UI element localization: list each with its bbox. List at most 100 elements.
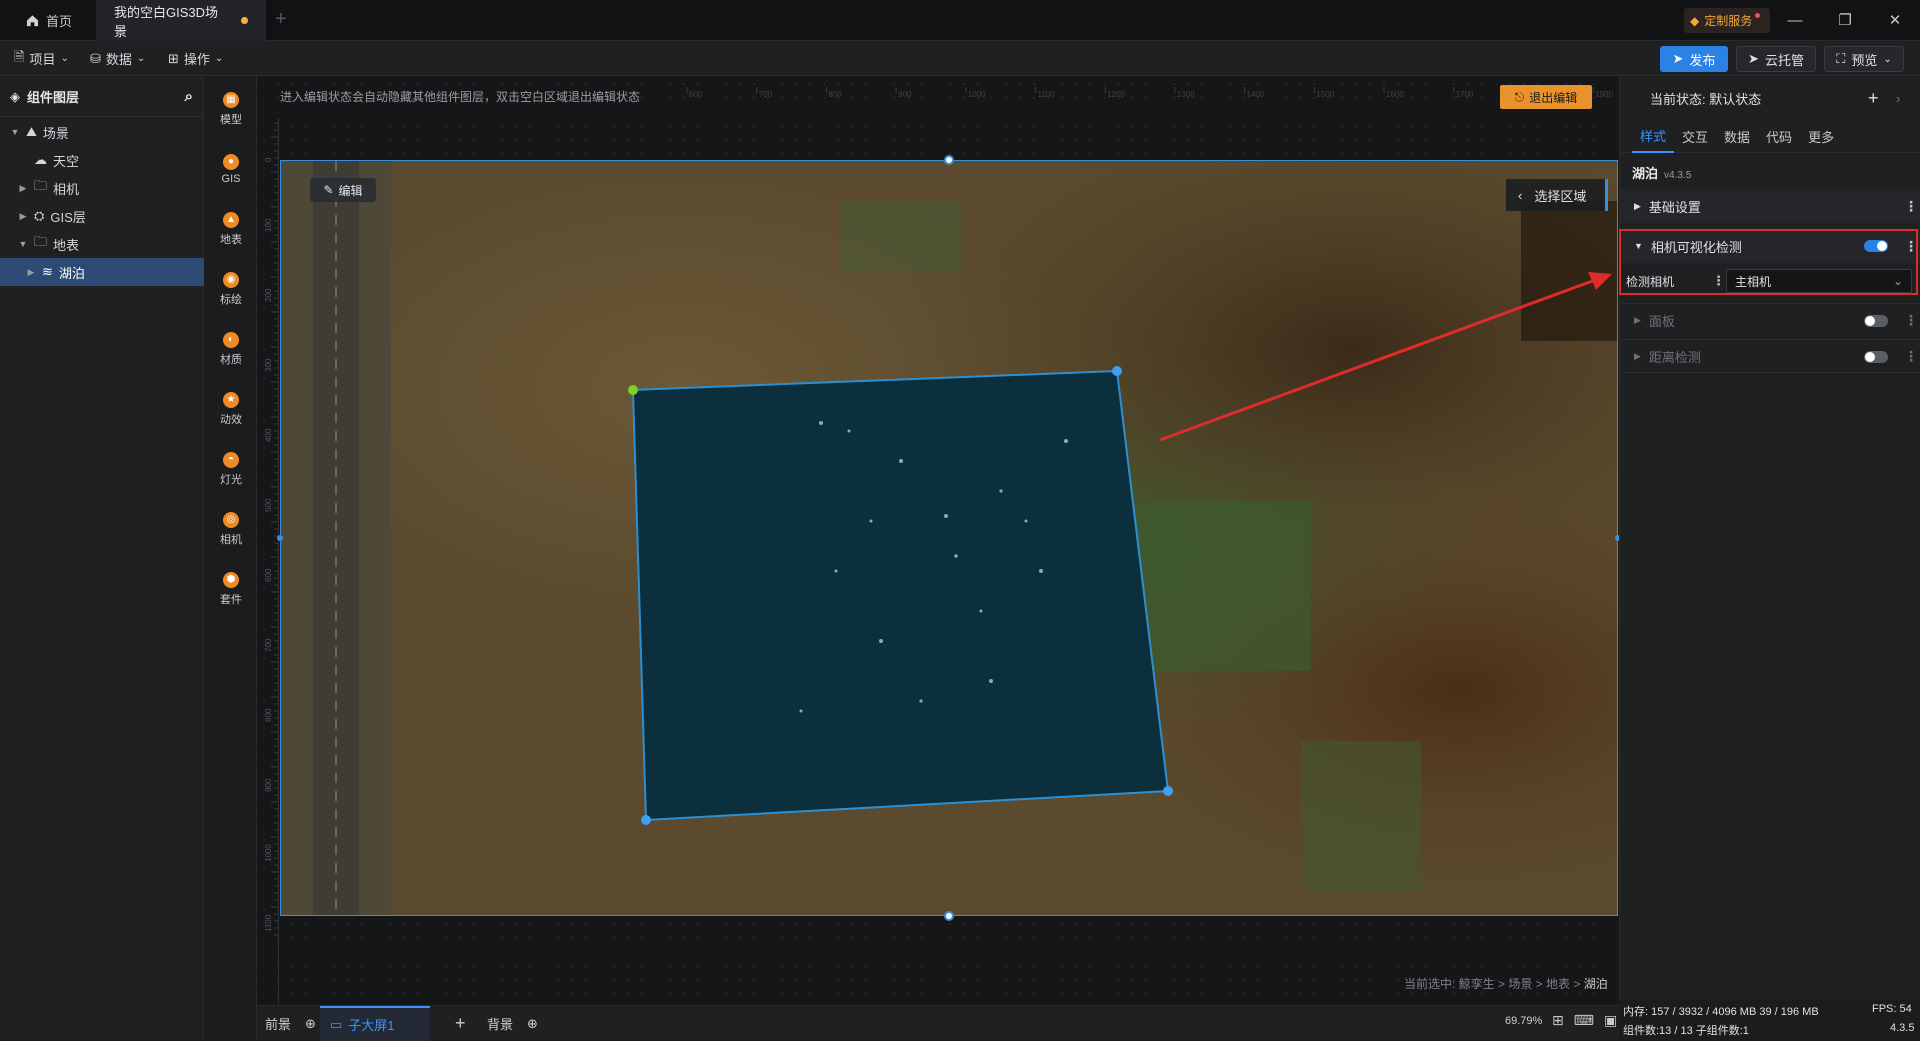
preview-button[interactable]: ⛶ 预览 ⌄: [1824, 46, 1904, 72]
layer-tree-item[interactable]: ▶ ⛭ GIS层: [0, 202, 204, 230]
chevron-right-icon[interactable]: ›: [1896, 91, 1900, 106]
component-3[interactable]: ▲ 地表: [205, 201, 257, 257]
send-icon: ➤: [1748, 51, 1759, 66]
caret-icon[interactable]: ▶: [18, 183, 28, 194]
select-region-button[interactable]: ‹ 选择区域: [1506, 179, 1608, 211]
more-icon[interactable]: ⋮: [1904, 198, 1918, 215]
add-state-icon[interactable]: +: [1868, 88, 1879, 109]
component-icon: ◐: [223, 331, 239, 348]
ruler-label: 100: [264, 218, 273, 232]
exit-edit-label: 退出编辑: [1529, 90, 1578, 105]
property-panel: 当前状态: 默认状态 + › 样式 交互 数据 代码 更多 湖泊 v4.3.5 ▶ 基础…: [1619, 77, 1920, 1040]
layer-tree-item[interactable]: ☁ 天空: [0, 146, 204, 174]
component-9[interactable]: ⬢ 套件: [205, 561, 257, 617]
scene-viewport[interactable]: [280, 160, 1618, 916]
caret-icon[interactable]: ▶: [18, 211, 28, 222]
cloud-host-label: 云托管: [1764, 52, 1804, 68]
section-distance[interactable]: ▶ 距离检测 ⋮: [1620, 339, 1920, 373]
component-2[interactable]: ● GIS: [205, 141, 257, 197]
lake-vertex-handle[interactable]: [1163, 786, 1173, 796]
chevron-down-icon: ⌄: [1883, 53, 1892, 65]
ruler-label: 0: [264, 157, 273, 162]
component-icon: ▲: [223, 211, 239, 228]
tab-property[interactable]: 代码: [1758, 119, 1800, 153]
more-icon[interactable]: ⋮: [1904, 312, 1918, 329]
zoom-level[interactable]: 69.79%: [1505, 1015, 1542, 1027]
tab-subscreen-label: 子大屏1: [348, 1018, 395, 1033]
component-heading: 湖泊 v4.3.5: [1632, 163, 1691, 182]
notification-dot-icon: [1755, 13, 1761, 18]
tab-property[interactable]: 数据: [1716, 119, 1758, 153]
panel-toggle[interactable]: [1864, 315, 1888, 327]
edit-chip[interactable]: ✎ 编辑: [310, 178, 376, 202]
tab-front[interactable]: 前景 ⊕: [265, 1006, 316, 1041]
add-screen-button[interactable]: +: [455, 1006, 466, 1041]
tab-scene[interactable]: 我的空白GIS3D场景: [96, 0, 266, 41]
component-7[interactable]: ◓ 灯光: [205, 441, 257, 497]
lake-polygon[interactable]: [631, 369, 1170, 822]
minimize-icon[interactable]: —: [1780, 6, 1810, 34]
search-icon[interactable]: ⌕: [185, 88, 193, 105]
scene-icon: ⛰: [26, 124, 37, 139]
lake-vertex-handle[interactable]: [628, 385, 638, 395]
tab-subscreen[interactable]: ▭ 子大屏1: [320, 1006, 430, 1041]
layer-tree-item[interactable]: ▼ 🗀 地表: [0, 230, 204, 258]
close-icon[interactable]: ✕: [1880, 6, 1910, 34]
add-circle-icon[interactable]: ⊕: [527, 1016, 538, 1032]
layer-tree-item[interactable]: ▼ ⛰ 场景: [0, 118, 204, 146]
component-label: 动效: [220, 413, 242, 426]
database-icon: ⛁: [90, 50, 101, 66]
menu-project[interactable]: 🗎 项目 ⌄: [14, 46, 69, 71]
monitor-icon: ▭: [330, 1016, 343, 1032]
custom-service-button[interactable]: ◆ 定制服务: [1684, 8, 1771, 33]
tab-background[interactable]: 背景 ⊕: [487, 1006, 538, 1041]
tab-home-label: 首页: [46, 14, 73, 29]
caret-icon[interactable]: ▼: [10, 127, 20, 137]
ruler-label: 200: [264, 288, 273, 302]
section-distance-label: 距离检测: [1648, 349, 1701, 365]
publish-button[interactable]: ➤ 发布: [1660, 46, 1728, 72]
menu-operation-label: 操作: [183, 52, 210, 67]
component-4[interactable]: ◉ 标绘: [205, 261, 257, 317]
add-circle-icon[interactable]: ⊕: [305, 1016, 316, 1032]
add-tab-button[interactable]: +: [275, 8, 287, 31]
tab-property[interactable]: 样式: [1632, 119, 1675, 153]
breadcrumb-path: 当前选中: 鲸孪生 > 场景 > 地表 >: [1404, 977, 1581, 991]
tab-property[interactable]: 更多: [1800, 119, 1842, 153]
tab-property[interactable]: 交互: [1674, 119, 1716, 153]
caret-icon[interactable]: ▶: [26, 267, 36, 278]
layer-tree-item[interactable]: ▶ 🗀 相机: [0, 174, 204, 202]
component-6[interactable]: ★ 动效: [205, 381, 257, 437]
terminal-icon[interactable]: ▣: [1604, 1012, 1617, 1029]
menu-operation[interactable]: ⊞ 操作 ⌄: [168, 46, 223, 71]
menu-project-label: 项目: [29, 52, 56, 67]
distance-toggle[interactable]: [1864, 351, 1888, 363]
memory-stats: 内存: 157 / 3932 / 4096 MB 39 / 196 MB: [1623, 1006, 1819, 1018]
layer-tree-item-label: 场景: [42, 125, 69, 141]
exit-edit-button[interactable]: ⎋ 退出编辑: [1500, 85, 1592, 109]
component-icon: ★: [223, 391, 239, 408]
component-1[interactable]: ▦ 模型: [205, 81, 257, 137]
restore-icon[interactable]: ❐: [1830, 6, 1860, 34]
lake-vertex-handle[interactable]: [1112, 366, 1122, 376]
lake-vertex-handle[interactable]: [641, 815, 651, 825]
caret-icon[interactable]: ▼: [18, 239, 28, 249]
component-label: 相机: [220, 533, 242, 546]
document-icon: 🗎: [14, 48, 25, 64]
fit-screen-icon[interactable]: ⊞: [1552, 1012, 1564, 1029]
more-icon[interactable]: ⋮: [1904, 348, 1918, 365]
folder-icon: 🗀: [34, 178, 48, 193]
title-bar: 首页 我的空白GIS3D场景 + ◆ 定制服务 — ❐ ✕: [0, 0, 1920, 41]
layer-tree-item[interactable]: ▶ ≋ 湖泊: [0, 258, 204, 286]
cloud-host-button[interactable]: ➤ 云托管: [1736, 46, 1816, 72]
section-panel[interactable]: ▶ 面板 ⋮: [1620, 303, 1920, 337]
component-8[interactable]: ◎ 相机: [205, 501, 257, 557]
section-basic[interactable]: ▶ 基础设置 ⋮: [1620, 189, 1920, 223]
component-5[interactable]: ◐ 材质: [205, 321, 257, 377]
chevron-down-icon: ⌄: [60, 53, 69, 64]
folder-icon: 🗀: [34, 234, 48, 249]
menu-data[interactable]: ⛁ 数据 ⌄: [90, 46, 145, 71]
ruler-label: 700: [264, 638, 273, 652]
tab-home[interactable]: 首页: [8, 0, 90, 41]
keyboard-icon[interactable]: ⌨: [1574, 1012, 1594, 1029]
